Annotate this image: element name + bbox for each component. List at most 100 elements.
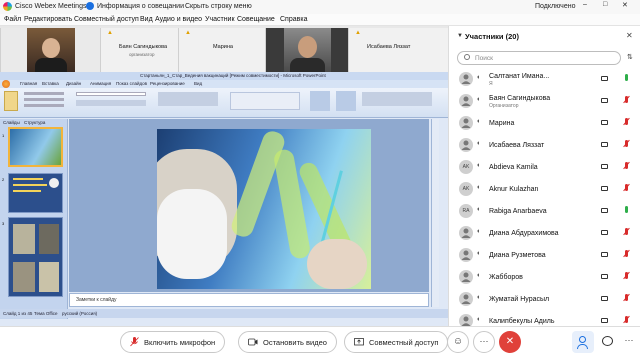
speaker-icon: ◖ xyxy=(476,140,481,147)
ppt-tab[interactable]: Показ слайдов xyxy=(116,81,147,86)
minimize-button[interactable]: – xyxy=(583,1,587,8)
maximize-button[interactable]: □ xyxy=(603,1,607,8)
camera-icon[interactable] xyxy=(601,208,608,213)
camera-icon[interactable] xyxy=(601,98,608,103)
unmute-button[interactable]: Включить микрофон xyxy=(120,331,226,353)
reactions-button[interactable]: ☺ xyxy=(447,331,469,353)
ppt-tab[interactable]: Вставка xyxy=(42,81,59,86)
camera-icon[interactable] xyxy=(601,186,608,191)
participant-row[interactable]: ◖ Марина xyxy=(449,112,640,134)
ppt-ribbon xyxy=(0,88,448,118)
speaker-icon: ◖ xyxy=(476,118,481,125)
leave-meeting-button[interactable]: ✕ xyxy=(499,331,521,353)
ppt-tab[interactable]: Анимация xyxy=(90,81,111,86)
camera-icon[interactable] xyxy=(601,252,608,257)
stop-video-button[interactable]: Остановить видео xyxy=(238,331,337,353)
participant-row[interactable]: RA ◖ Rabiga Anarbaeva xyxy=(449,200,640,222)
camera-icon[interactable] xyxy=(601,142,608,147)
thumbnail-role: организатор xyxy=(129,52,155,57)
menu-edit[interactable]: Редактировать xyxy=(24,16,72,23)
participant-name: Жабборов xyxy=(489,274,523,281)
participant-name: Баян Сагиндыкова xyxy=(489,95,551,102)
participant-row[interactable]: ◖ Жуматай Нурасыл xyxy=(449,288,640,310)
camera-icon[interactable] xyxy=(601,120,608,125)
mic-muted-icon xyxy=(130,337,139,347)
participant-row[interactable]: ◖ Баян Сагиндыкова Организатор xyxy=(449,90,640,112)
sort-icon[interactable]: ⇅ xyxy=(627,53,633,61)
ppt-titlebar: Стартаньян_1_Стар_Ведения вакцинаций [Ре… xyxy=(0,72,448,80)
video-thumbnail[interactable]: ▲ Исабаева Ляззат xyxy=(348,28,448,72)
share-screen-icon xyxy=(354,337,364,345)
ppt-tab[interactable]: Дизайн xyxy=(66,81,81,86)
slide-image[interactable] xyxy=(157,129,371,289)
menu-help[interactable]: Справка xyxy=(280,16,307,23)
avatar xyxy=(459,292,473,306)
slides-tab[interactable]: Слайды xyxy=(3,120,20,125)
slide-number: 3 xyxy=(2,221,5,226)
ppt-statusbar: Слайд 1 из 45 Тема Office русский (Росси… xyxy=(0,309,448,318)
menu-audio-video[interactable]: Аудио и видео xyxy=(155,16,202,23)
webex-logo-icon xyxy=(3,2,12,11)
participant-row[interactable]: ◖ Салтанат Имана... Я xyxy=(449,68,640,90)
participant-row[interactable]: AK ◖ Aknur Kulazhan xyxy=(449,178,640,200)
ppt-tab[interactable]: Вид xyxy=(194,81,202,86)
close-button[interactable]: ✕ xyxy=(622,1,628,9)
ppt-ribbon-tabs: Главная Вставка Дизайн Анимация Показ сл… xyxy=(0,80,448,88)
ppt-notes-pane[interactable]: Заметки к слайду xyxy=(69,293,429,307)
collapse-chevron-icon[interactable]: ▼ xyxy=(457,33,463,39)
search-input[interactable]: Поиск xyxy=(457,51,621,65)
slide-thumbnail[interactable] xyxy=(8,217,63,297)
participant-row[interactable]: ◖ Исабаева Ляззат xyxy=(449,134,640,156)
participants-toggle-button[interactable] xyxy=(572,331,594,353)
video-thumbnail[interactable] xyxy=(265,28,348,72)
menu-participant[interactable]: Участник xyxy=(205,16,235,23)
participant-row[interactable]: ◖ Калипбекулы Адиль xyxy=(449,310,640,326)
participant-list: ◖ Салтанат Имана... Я ◖ Баян Сагиндыкова Орга… xyxy=(449,68,640,326)
menu-file[interactable]: Файл xyxy=(4,16,21,23)
participant-row[interactable]: AK ◖ Abdieva Kamila xyxy=(449,156,640,178)
more-options-button[interactable]: ··· xyxy=(473,331,495,353)
panel-close-icon[interactable]: ✕ xyxy=(626,31,633,40)
camera-icon[interactable] xyxy=(601,76,608,81)
hide-menu-button[interactable]: Скрыть строку меню xyxy=(185,3,252,10)
ppt-scrollbar[interactable] xyxy=(431,119,439,307)
camera-icon[interactable] xyxy=(601,164,608,169)
camera-icon[interactable] xyxy=(601,274,608,279)
video-thumbnail[interactable]: ▲ Марина xyxy=(178,28,265,72)
participants-panel: ▼ Участники (20) ✕ Поиск ⇅ ◖ Салтанат Има… xyxy=(448,26,640,326)
ppt-tab[interactable]: Рецензирование xyxy=(150,81,185,86)
slide-number: 1 xyxy=(2,133,5,138)
share-button[interactable]: Совместный доступ xyxy=(344,331,449,353)
ppt-slides-pane: Слайды Структура 1 2 3 xyxy=(0,119,68,319)
menu-meeting[interactable]: Совещание xyxy=(237,16,275,23)
ppt-office-button[interactable] xyxy=(2,80,10,88)
avatar: AK xyxy=(459,160,473,174)
meeting-info-button[interactable]: Информация о совещании xyxy=(97,3,184,10)
video-thumbnail[interactable]: ▲ Баян Сагиндыкова организатор xyxy=(100,28,178,72)
panel-more-button[interactable]: ··· xyxy=(620,331,638,353)
ppt-tab[interactable]: Главная xyxy=(20,81,37,86)
speaker-icon: ◖ xyxy=(476,74,481,81)
video-thumbnail[interactable] xyxy=(0,28,100,72)
mic-icon[interactable] xyxy=(625,74,628,81)
search-placeholder: Поиск xyxy=(475,55,494,62)
participant-row[interactable]: ◖ Диана Рузметова xyxy=(449,244,640,266)
outline-tab[interactable]: Структура xyxy=(24,120,45,125)
ppt-slide-counter: Слайд 1 из 45 xyxy=(3,311,33,316)
notes-placeholder: Заметки к слайду xyxy=(76,297,117,303)
menu-share[interactable]: Совместный доступ xyxy=(74,16,139,23)
slide-thumbnail[interactable] xyxy=(8,173,63,213)
camera-icon[interactable] xyxy=(601,230,608,235)
avatar xyxy=(459,94,473,108)
participant-row[interactable]: ◖ Диана Абдурахимова xyxy=(449,222,640,244)
camera-icon[interactable] xyxy=(601,318,608,323)
chat-button[interactable] xyxy=(597,331,619,353)
avatar xyxy=(459,248,473,262)
camera-icon[interactable] xyxy=(601,296,608,301)
menu-bar: Файл Редактировать Совместный доступ Вид… xyxy=(0,14,640,26)
participant-row[interactable]: ◖ Жабборов xyxy=(449,266,640,288)
mic-icon[interactable] xyxy=(625,206,628,213)
menu-view[interactable]: Вид xyxy=(140,16,153,23)
participant-name: Жуматай Нурасыл xyxy=(489,296,550,303)
slide-thumbnail[interactable] xyxy=(8,127,63,167)
